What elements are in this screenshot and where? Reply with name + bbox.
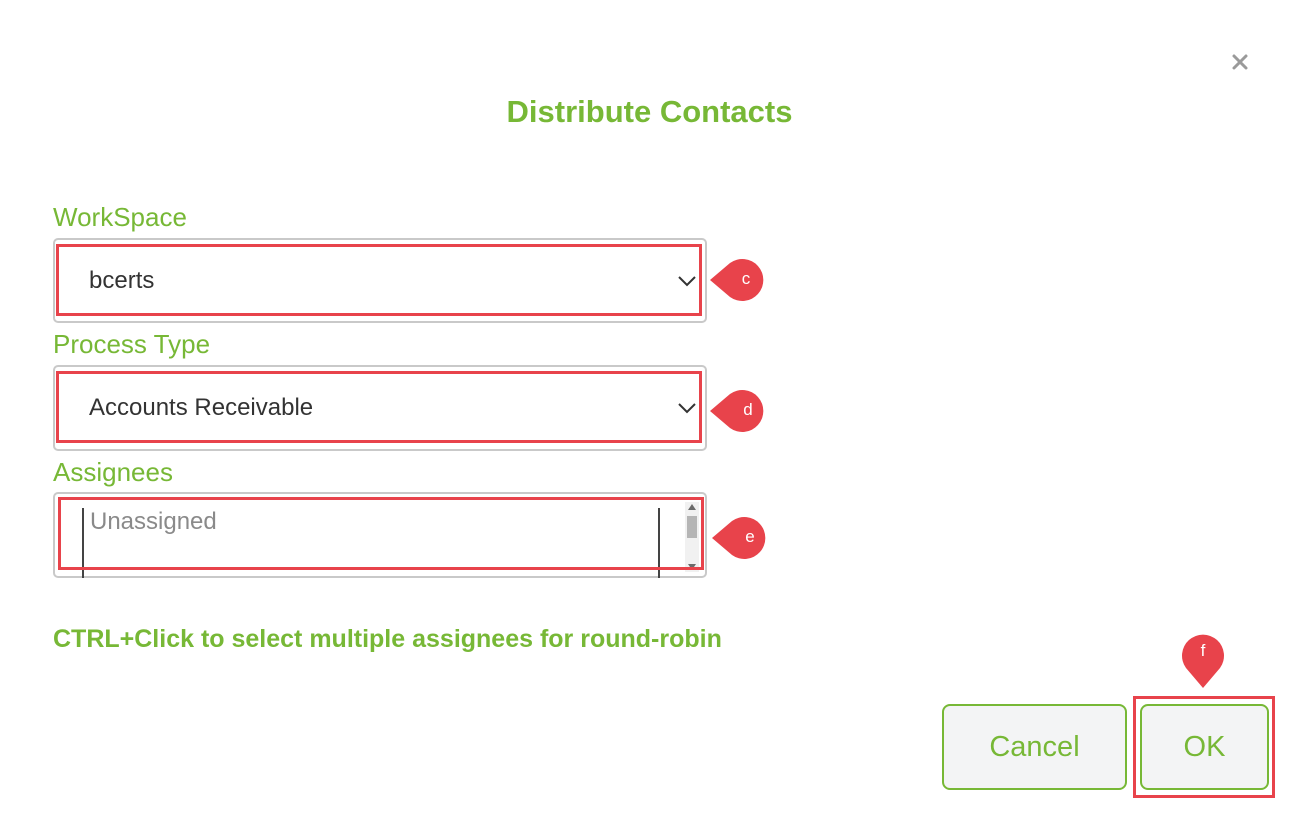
process-type-label: Process Type: [53, 329, 211, 359]
assignees-label: Assignees: [53, 457, 173, 487]
workspace-selected-value: bcerts: [89, 266, 155, 294]
cancel-button[interactable]: Cancel: [942, 704, 1127, 790]
chevron-down-icon: [678, 275, 696, 286]
close-icon: [1232, 54, 1248, 70]
ok-button[interactable]: OK: [1140, 704, 1269, 790]
scroll-down-arrow-icon[interactable]: [688, 564, 696, 570]
process-type-select[interactable]: Accounts Receivable: [53, 365, 707, 451]
callout-d: d: [708, 389, 774, 433]
dialog-title: Distribute Contacts: [506, 94, 793, 129]
workspace-select[interactable]: bcerts: [53, 238, 707, 323]
callout-letter: c: [741, 269, 751, 288]
process-type-selected-value: Accounts Receivable: [89, 394, 314, 421]
listbox-scrollbar[interactable]: [685, 502, 699, 572]
assignee-option[interactable]: Unassigned: [90, 508, 217, 536]
assignees-listbox[interactable]: Unassigned: [53, 492, 707, 578]
assignees-list: Unassigned: [82, 508, 660, 578]
callout-f: f: [1181, 628, 1225, 690]
callout-c: c: [708, 258, 774, 302]
workspace-label: WorkSpace: [53, 202, 187, 232]
close-button[interactable]: [1226, 48, 1254, 76]
callout-e: e: [710, 516, 776, 560]
multi-select-hint: CTRL+Click to select multiple assignees …: [53, 625, 722, 653]
chevron-down-icon: [678, 403, 696, 414]
scroll-up-arrow-icon[interactable]: [688, 504, 696, 510]
callout-letter: d: [743, 400, 753, 419]
callout-letter: f: [1200, 641, 1206, 660]
callout-letter: e: [745, 527, 755, 546]
scroll-thumb[interactable]: [687, 516, 697, 538]
